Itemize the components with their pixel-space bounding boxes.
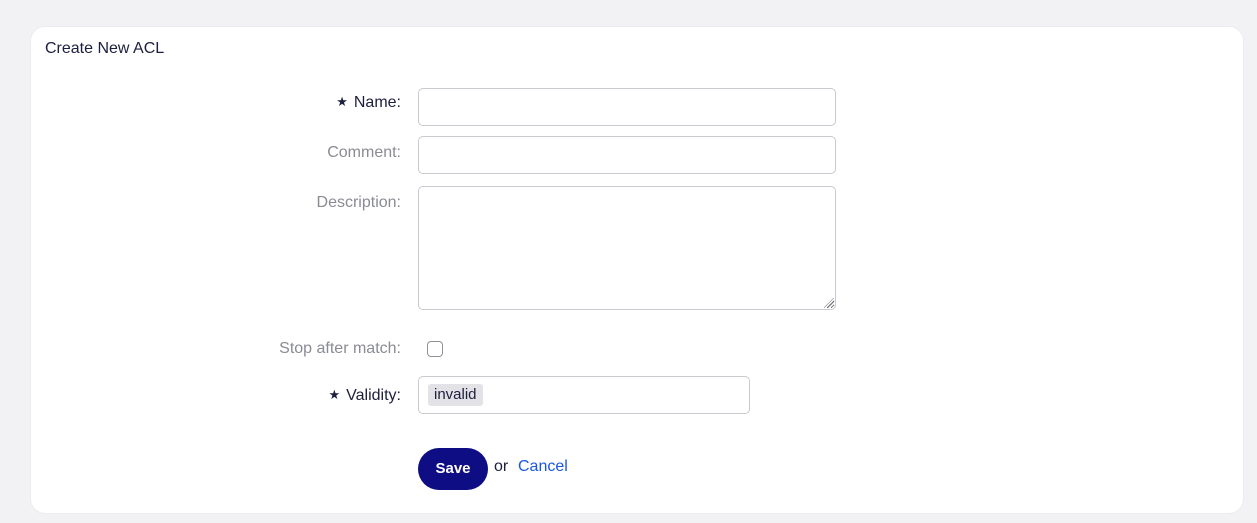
name-label: ★ Name:	[336, 94, 401, 112]
comment-input[interactable]	[418, 136, 836, 174]
create-acl-panel: Create New ACL ★ Name: Comment: Descripti…	[31, 27, 1243, 513]
name-input[interactable]	[418, 88, 836, 126]
cancel-link[interactable]: Cancel	[518, 458, 568, 476]
required-star-icon: ★	[336, 94, 348, 109]
description-label: Description:	[316, 194, 401, 211]
required-star-icon: ★	[328, 387, 341, 402]
panel-title: Create New ACL	[45, 40, 165, 57]
save-button[interactable]: Save	[418, 448, 488, 490]
or-text: or	[494, 458, 509, 475]
name-label-text: Name:	[353, 94, 401, 111]
validity-label-text: Validity:	[346, 387, 401, 404]
validity-select[interactable]: invalid	[418, 376, 750, 414]
comment-label: Comment:	[327, 144, 401, 161]
stop-after-match-label: Stop after match:	[279, 340, 401, 357]
description-wrapper	[418, 186, 836, 310]
description-textarea[interactable]	[418, 186, 836, 310]
stop-after-match-checkbox[interactable]	[427, 341, 443, 357]
validity-label: ★ Validity:	[329, 387, 402, 405]
resize-grip-icon[interactable]	[824, 298, 834, 308]
validity-selected-value: invalid	[428, 384, 483, 406]
